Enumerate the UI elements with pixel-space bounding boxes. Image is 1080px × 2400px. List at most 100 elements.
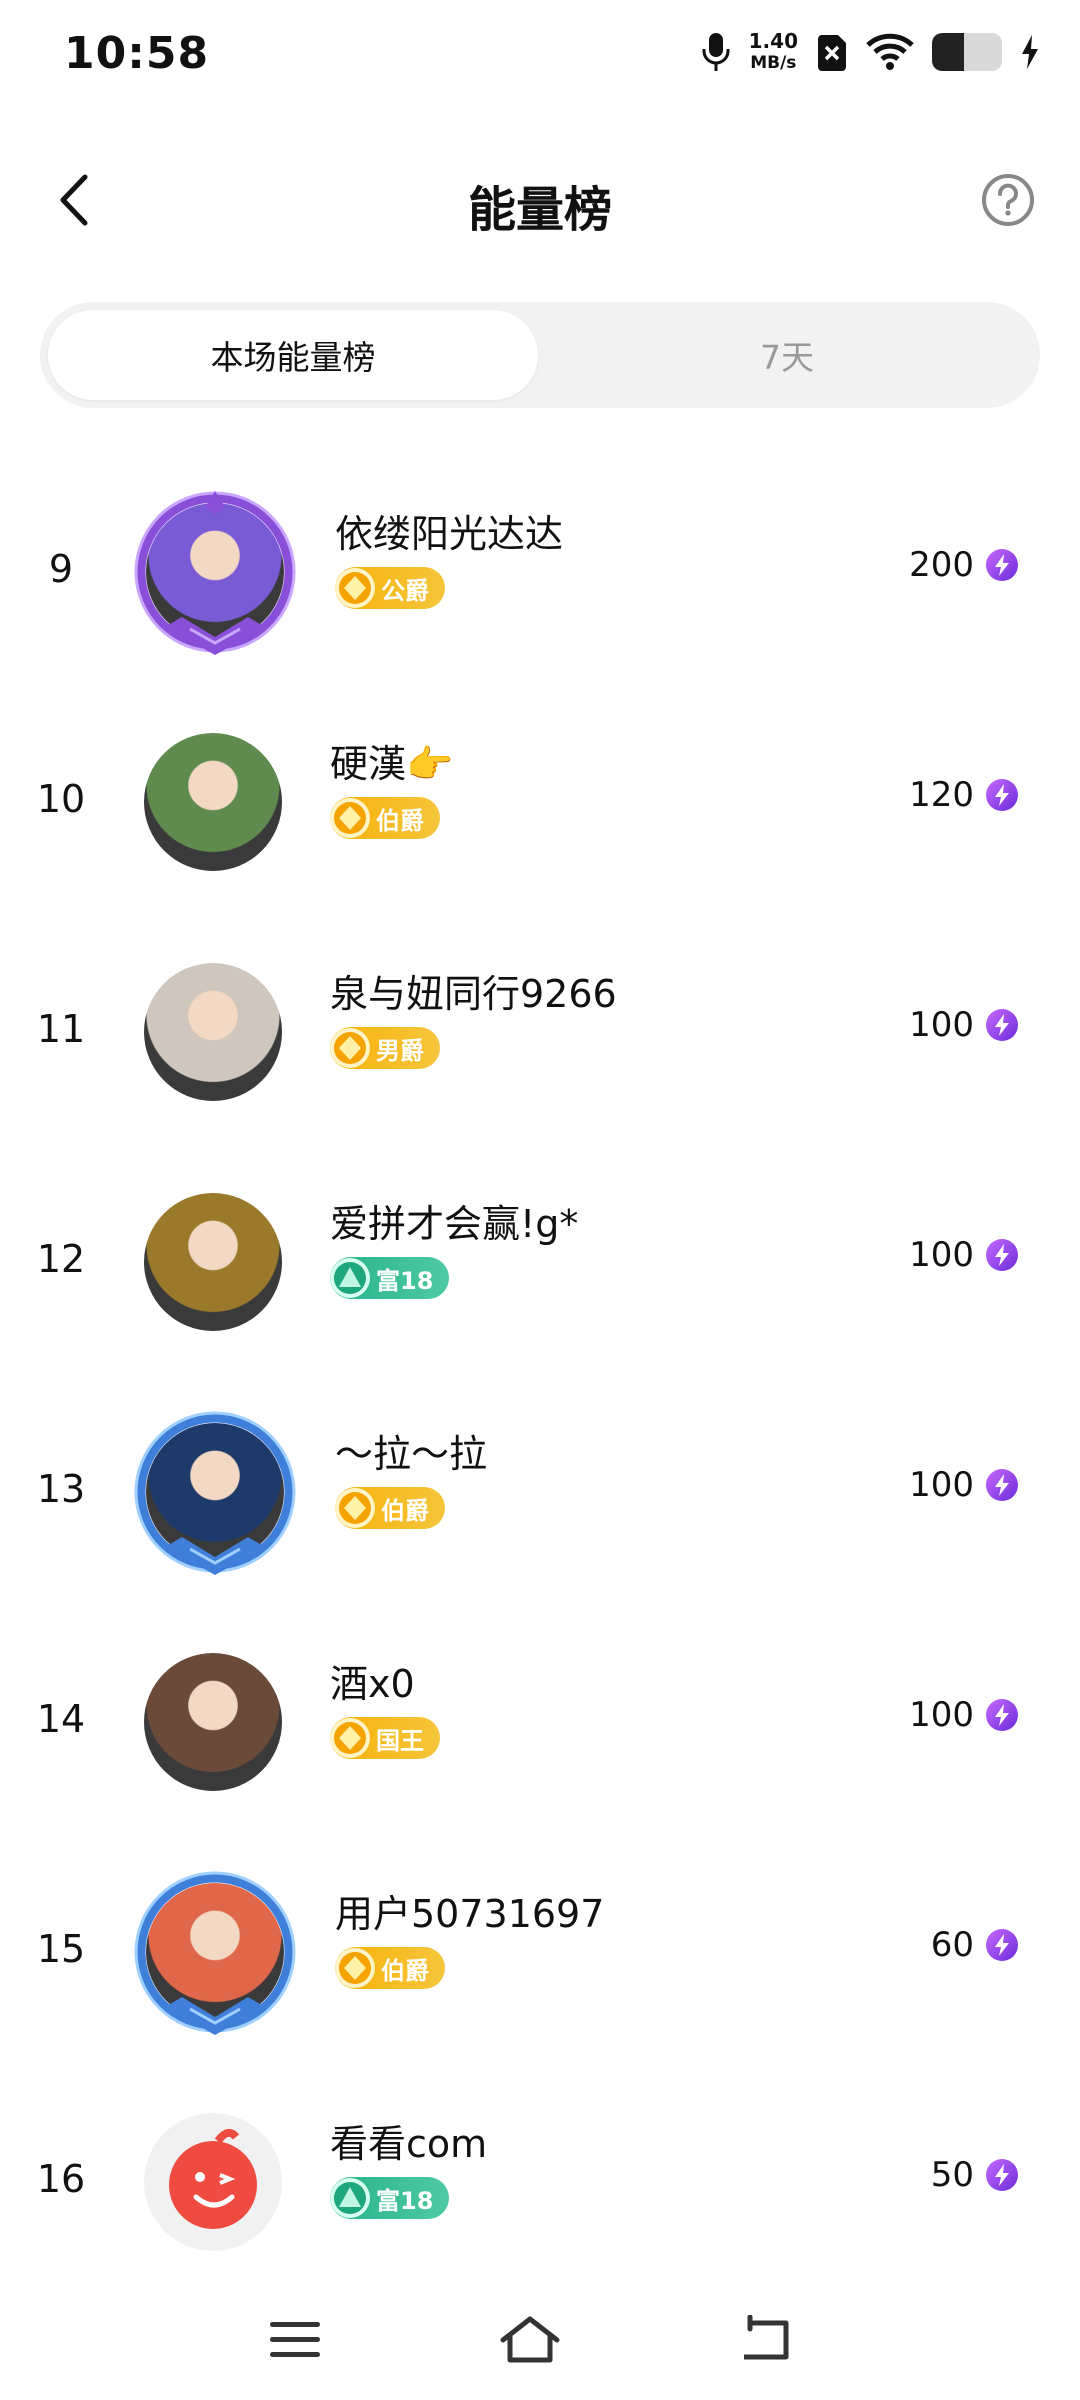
rank-badge-label: 富18 (376, 2186, 434, 2215)
rank-badge: 国王 (330, 1717, 440, 1759)
rank-badge-label: 伯爵 (376, 806, 424, 835)
rank-badge: 男爵 (330, 1027, 440, 1069)
tab-switcher: 本场能量榜 7天 (40, 302, 1040, 408)
energy-score: 120 (909, 775, 1020, 815)
user-name: 爱拼才会赢!g* (330, 1202, 579, 1246)
diamond-badge-icon (330, 1028, 370, 1068)
rank-badge: 伯爵 (330, 797, 440, 839)
tab-current-session[interactable]: 本场能量榜 (48, 310, 538, 400)
rank-number: 14 (36, 1697, 86, 1741)
lightning-energy-icon (986, 2159, 1018, 2191)
rank-badge-label: 富18 (376, 1266, 434, 1295)
energy-score: 100 (909, 1695, 1020, 1735)
rank-badge-label: 伯爵 (381, 1496, 429, 1525)
status-time: 10:58 (64, 28, 210, 79)
avatar-frame-icon (134, 1871, 296, 2035)
home-icon (500, 2316, 560, 2363)
network-speed-unit: MB/s (750, 53, 797, 73)
list-item[interactable]: 13 ～拉～拉 伯爵 100 (0, 1375, 1080, 1605)
avatar[interactable] (130, 487, 300, 657)
battery-icon (932, 33, 1002, 71)
avatar[interactable] (128, 1177, 298, 1347)
rank-badge: 公爵 (335, 567, 445, 609)
avatar[interactable] (128, 2097, 298, 2267)
user-name: 硬漢👉 (330, 742, 454, 786)
energy-score: 100 (909, 1235, 1020, 1275)
status-bar: 10:58 1.40 MB/s (0, 0, 1080, 115)
back-nav-icon (744, 2315, 789, 2360)
avatar[interactable] (130, 1867, 300, 2037)
lightning-energy-icon (986, 1699, 1018, 1731)
list-item[interactable]: 11 泉与妞同行9266 男爵 100 (0, 915, 1080, 1145)
avatar-frame-icon (134, 1411, 296, 1575)
rank-number: 10 (36, 777, 86, 821)
menu-button[interactable] (255, 2300, 335, 2380)
user-name: 用户50731697 (335, 1892, 605, 1936)
sim-card-x-icon (818, 35, 846, 71)
energy-score: 60 (931, 1925, 1020, 1965)
back-nav-button[interactable] (725, 2300, 805, 2380)
user-name: 泉与妞同行9266 (330, 972, 617, 1016)
avatar-image (144, 1653, 282, 1791)
status-icons: 1.40 MB/s (701, 30, 1040, 74)
wifi-icon (866, 33, 914, 70)
avatar[interactable] (128, 947, 298, 1117)
lightning-energy-icon (986, 1929, 1018, 1961)
user-name: 酒x0 (330, 1662, 415, 1706)
list-item[interactable]: 10 硬漢👉 伯爵 120 (0, 685, 1080, 915)
rank-badge-label: 男爵 (376, 1036, 424, 1065)
battery-fill (932, 33, 964, 71)
list-item[interactable]: 15 用户50731697 伯爵 60 (0, 1835, 1080, 2065)
diamond-badge-icon (335, 1488, 375, 1528)
network-speed: 1.40 MB/s (749, 30, 798, 74)
diamond-badge-icon (330, 1718, 370, 1758)
diamond-badge-icon (330, 798, 370, 838)
rank-number: 13 (36, 1467, 86, 1511)
rank-badge: 伯爵 (335, 1487, 445, 1529)
avatar-image (144, 1193, 282, 1331)
rank-badge-label: 公爵 (381, 576, 429, 605)
energy-score-value: 200 (909, 545, 974, 585)
user-name: 依缕阳光达达 (335, 512, 564, 556)
home-button[interactable] (490, 2300, 570, 2380)
energy-score-value: 100 (909, 1235, 974, 1275)
avatar[interactable] (128, 717, 298, 887)
diamond-badge-icon (335, 1948, 375, 1988)
list-item[interactable]: 16 看看com 富18 50 (0, 2065, 1080, 2295)
triangle-badge-icon (330, 2178, 370, 2218)
triangle-badge-icon (330, 1258, 370, 1298)
diamond-badge-icon (335, 568, 375, 608)
list-item[interactable]: 9 依缕阳光达达公爵 200 (0, 455, 1080, 685)
tab-7-days[interactable]: 7天 (542, 310, 1032, 400)
avatar[interactable] (130, 1407, 300, 1577)
rank-number: 12 (36, 1237, 86, 1281)
energy-score-value: 100 (909, 1695, 974, 1735)
energy-score-value: 60 (930, 1925, 974, 1965)
header: 能量榜 (0, 140, 1080, 260)
avatar-image (144, 963, 282, 1101)
rank-badge: 富18 (330, 1257, 450, 1299)
page-title: 能量榜 (467, 182, 612, 238)
mic-icon (702, 33, 730, 71)
list-item[interactable]: 14 酒x0 国王 100 (0, 1605, 1080, 1835)
lightning-energy-icon (986, 1469, 1018, 1501)
rank-number: 11 (36, 1007, 86, 1051)
rank-badge-label: 国王 (376, 1726, 424, 1755)
list-item[interactable]: 12 爱拼才会赢!g* 富18 100 (0, 1145, 1080, 1375)
energy-score-value: 100 (909, 1465, 974, 1505)
avatar-image (144, 733, 282, 871)
avatar[interactable] (128, 1637, 298, 1807)
charging-bolt-icon (1022, 35, 1038, 69)
wink-face-icon (169, 2128, 257, 2229)
menu-icon (270, 2322, 320, 2357)
energy-score: 100 (909, 1005, 1020, 1045)
rank-badge-label: 伯爵 (381, 1956, 429, 1985)
energy-score: 50 (931, 2155, 1020, 2195)
energy-score-value: 100 (909, 1005, 974, 1045)
energy-score-value: 120 (909, 775, 974, 815)
question-circle-icon[interactable] (980, 172, 1036, 228)
avatar-frame-icon (134, 491, 296, 655)
lightning-energy-icon (986, 549, 1018, 581)
rank-number: 9 (48, 547, 74, 591)
network-speed-value: 1.40 (748, 29, 798, 53)
